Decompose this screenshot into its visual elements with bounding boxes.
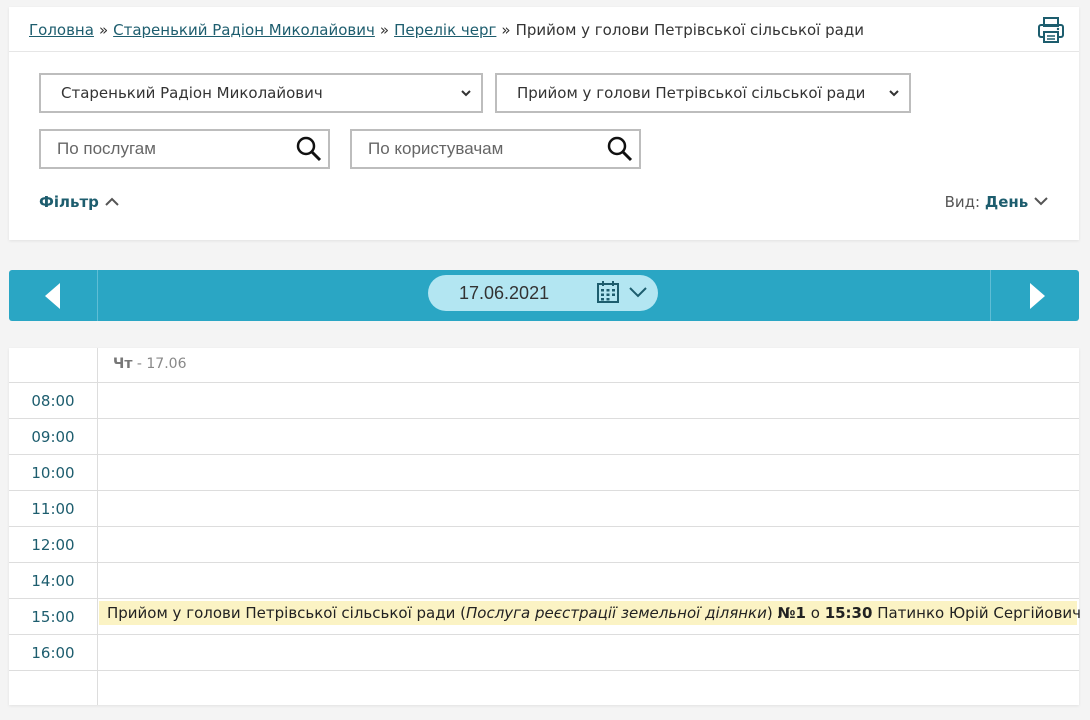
time-slot-row[interactable]: 14:00	[9, 563, 1079, 599]
time-slot-row[interactable]: 16:00	[9, 635, 1079, 671]
appointment-event[interactable]: Прийом у голови Петрівської сільської ра…	[99, 601, 1081, 625]
queue-select[interactable]: Прийом у голови Петрівської сільської ра…	[495, 73, 911, 113]
current-date: 17.06.2021	[459, 283, 550, 303]
day-date: - 17.06	[136, 356, 187, 372]
calendar-icon	[597, 281, 619, 303]
event-person: Патинко Юрій Сергійович	[872, 604, 1082, 622]
time-label: 14:00	[31, 572, 75, 590]
time-label: 11:00	[31, 500, 75, 518]
filter-toggle[interactable]: Фільтр	[39, 193, 120, 211]
search-icon[interactable]	[607, 136, 633, 162]
services-search-box	[39, 129, 330, 169]
time-label: 16:00	[31, 644, 75, 662]
schedule-header: Чт - 17.06	[9, 348, 1079, 383]
time-slot-row[interactable]: 08:00	[9, 383, 1079, 419]
time-slot-row[interactable]: 10:00	[9, 455, 1079, 491]
time-label: 12:00	[31, 536, 75, 554]
search-icon[interactable]	[296, 136, 322, 162]
time-slot-row[interactable]: 15:00 Прийом у голови Петрівської сільсь…	[9, 599, 1081, 635]
breadcrumb-separator: »	[379, 21, 390, 39]
breadcrumb-person-link[interactable]: Старенький Радіон Миколайович	[113, 21, 375, 39]
event-queue: Прийом у голови Петрівської сільської ра…	[107, 604, 456, 622]
breadcrumb-queues-link[interactable]: Перелік черг	[394, 21, 496, 39]
next-day-button[interactable]	[990, 270, 1079, 321]
breadcrumb-separator: »	[501, 21, 511, 39]
arrow-left-icon	[45, 283, 60, 309]
event-time: 15:30	[824, 604, 873, 622]
arrow-right-icon	[1030, 283, 1045, 309]
day-label: Чт - 17.06	[113, 356, 186, 372]
event-at: о	[805, 604, 825, 622]
users-search-input[interactable]	[352, 131, 592, 167]
breadcrumb-home-link[interactable]: Головна	[29, 21, 94, 39]
event-paren-close: )	[766, 604, 778, 622]
event-number: №1	[777, 604, 806, 622]
time-slot-row[interactable]: 11:00	[9, 491, 1079, 527]
services-search-input[interactable]	[41, 131, 281, 167]
event-paren-open: (	[455, 604, 466, 622]
person-select[interactable]: Старенький Радіон Миколайович	[39, 73, 483, 113]
day-abbr: Чт	[113, 356, 133, 372]
time-label: 15:00	[31, 608, 75, 626]
time-slot-row[interactable]: 09:00	[9, 419, 1079, 455]
queue-select-value: Прийом у голови Петрівської сільської ра…	[517, 84, 866, 102]
print-button[interactable]	[1037, 16, 1065, 44]
breadcrumb-current: Прийом у голови Петрівської сільської ра…	[515, 21, 864, 39]
filter-label: Фільтр	[39, 193, 99, 211]
chevron-down-icon	[461, 90, 471, 97]
time-slot-row[interactable]	[9, 671, 1079, 705]
chevron-down-icon	[629, 287, 647, 298]
day-schedule: Чт - 17.06 08:00 09:00 10:00 11:00 12:00…	[9, 348, 1081, 705]
time-label: 09:00	[31, 428, 75, 446]
previous-day-button[interactable]	[9, 270, 98, 321]
view-toggle[interactable]: Вид: День	[945, 193, 1049, 211]
filter-panel: Головна» Старенький Радіон Миколайович» Пе…	[9, 7, 1079, 240]
view-value: День	[984, 193, 1029, 211]
printer-icon	[1038, 17, 1064, 43]
event-service: Послуга реєстрації земельної ділянки	[465, 604, 767, 622]
date-navigation-bar: 17.06.2021	[9, 270, 1079, 321]
person-select-value: Старенький Радіон Миколайович	[61, 84, 323, 102]
chevron-up-icon	[105, 197, 119, 206]
time-label: 08:00	[31, 392, 75, 410]
divider	[9, 51, 1079, 52]
time-slot-row[interactable]: 12:00	[9, 527, 1079, 563]
users-search-box	[350, 129, 641, 169]
chevron-down-icon	[889, 90, 899, 97]
time-label: 10:00	[31, 464, 75, 482]
breadcrumb-separator: »	[98, 21, 109, 39]
view-label: Вид:	[944, 193, 981, 211]
date-picker[interactable]: 17.06.2021	[428, 275, 658, 311]
chevron-down-icon	[1034, 197, 1048, 206]
breadcrumb: Головна» Старенький Радіон Миколайович» Пе…	[29, 21, 864, 39]
